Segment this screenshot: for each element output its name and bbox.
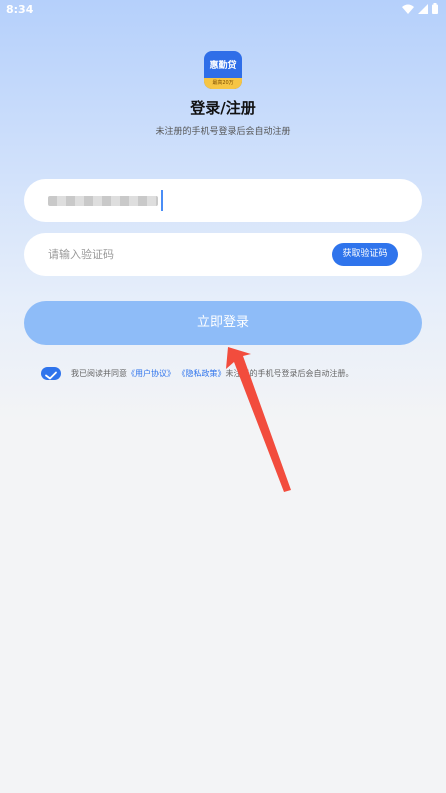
annotation-arrow-icon — [226, 347, 291, 492]
